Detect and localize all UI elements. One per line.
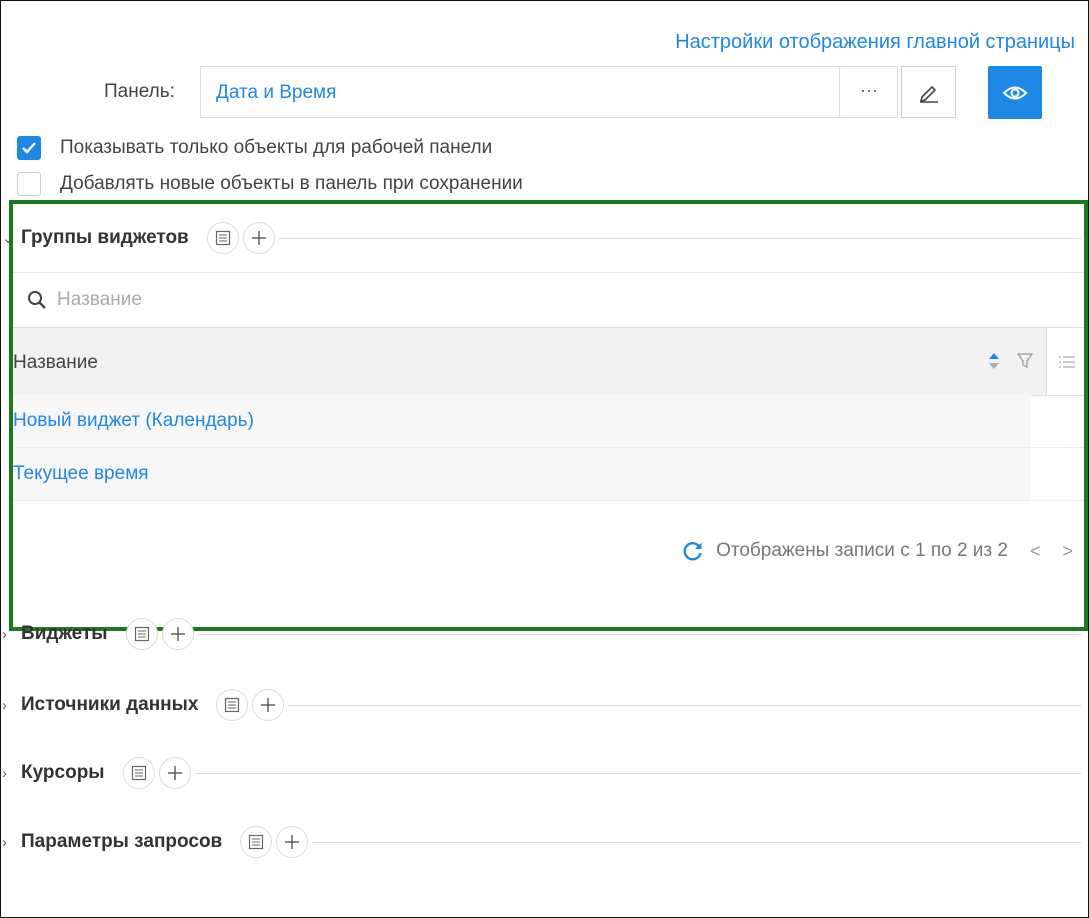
add-button[interactable] bbox=[252, 689, 285, 721]
list-icon bbox=[131, 765, 146, 781]
highlight-frame bbox=[9, 200, 1088, 631]
plus-icon bbox=[167, 766, 182, 780]
list-icon bbox=[134, 626, 149, 642]
add-button[interactable] bbox=[158, 757, 191, 789]
section-title[interactable]: Источники данных bbox=[21, 694, 198, 716]
section-divider bbox=[288, 704, 1081, 706]
section-title[interactable]: Виджеты bbox=[21, 623, 108, 645]
add-new-checkbox[interactable] bbox=[17, 172, 41, 196]
list-view-button[interactable] bbox=[240, 826, 273, 858]
plus-icon bbox=[285, 835, 300, 849]
panel-edit-button[interactable] bbox=[901, 66, 956, 118]
panel-select[interactable]: Дата и Время bbox=[200, 66, 840, 118]
eye-icon bbox=[1002, 86, 1028, 99]
panel-preview-button[interactable] bbox=[988, 66, 1042, 119]
section-widgets: › Виджеты bbox=[0, 614, 1081, 654]
main-page-settings-link[interactable]: Настройки отображения главной страницы bbox=[675, 31, 1075, 54]
show-only-checkbox[interactable] bbox=[17, 136, 41, 160]
add-new-label: Добавлять новые объекты в панель при сох… bbox=[60, 173, 523, 194]
chevron-right-icon[interactable]: › bbox=[2, 697, 13, 714]
list-view-button[interactable] bbox=[125, 618, 158, 650]
add-button[interactable] bbox=[161, 618, 194, 650]
panel-label: Панель: bbox=[104, 81, 175, 102]
list-icon bbox=[249, 834, 264, 850]
section-divider bbox=[197, 633, 1081, 635]
section-title[interactable]: Параметры запросов bbox=[21, 831, 222, 853]
list-icon bbox=[225, 697, 240, 713]
list-view-button[interactable] bbox=[216, 689, 249, 721]
section-divider bbox=[194, 772, 1081, 774]
check-icon bbox=[22, 142, 36, 154]
add-new-option[interactable]: Добавлять новые объекты в панель при сох… bbox=[17, 172, 523, 196]
plus-icon bbox=[170, 627, 185, 641]
section-title[interactable]: Курсоры bbox=[21, 762, 105, 784]
panel-browse-button[interactable]: ··· bbox=[841, 66, 898, 118]
chevron-right-icon[interactable]: › bbox=[2, 765, 13, 782]
chevron-right-icon[interactable]: › bbox=[2, 834, 13, 851]
pencil-icon bbox=[919, 85, 938, 103]
plus-icon bbox=[261, 698, 276, 712]
section-cursors: › Курсоры bbox=[0, 753, 1081, 793]
section-query-params: › Параметры запросов bbox=[0, 822, 1081, 862]
chevron-right-icon[interactable]: › bbox=[2, 626, 13, 643]
show-only-option[interactable]: Показывать только объекты для рабочей па… bbox=[17, 136, 492, 160]
show-only-label: Показывать только объекты для рабочей па… bbox=[60, 137, 493, 158]
section-divider bbox=[312, 841, 1081, 843]
section-data-sources: › Источники данных bbox=[0, 685, 1081, 725]
list-view-button[interactable] bbox=[122, 757, 155, 789]
add-button[interactable] bbox=[276, 826, 309, 858]
